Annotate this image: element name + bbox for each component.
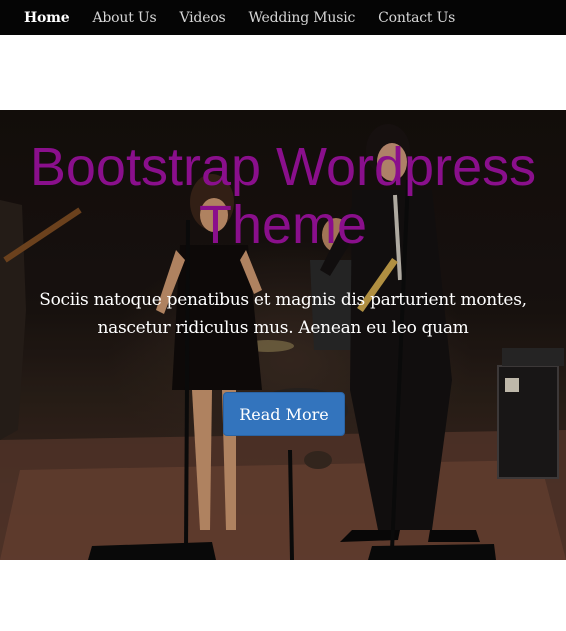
nav-item-wedding-music[interactable]: Wedding Music (249, 10, 356, 26)
top-navbar: Home About Us Videos Wedding Music Conta… (0, 0, 566, 45)
nav-item-about-us[interactable]: About Us (93, 10, 157, 26)
nav-item-label: Contact Us (378, 9, 456, 26)
nav-item-contact-us[interactable]: Contact Us (378, 10, 455, 26)
nav-item-label: Wedding Music (248, 9, 356, 26)
hero-subtitle: Sociis natoque penatibus et magnis dis p… (39, 290, 527, 338)
hero-banner: Bootstrap Wordpress Theme Sociis natoque… (0, 110, 566, 560)
nav-item-label: Videos (179, 9, 226, 26)
active-caret-icon (40, 38, 53, 45)
hero-title: Bootstrap Wordpress Theme (29, 137, 537, 255)
nav-item-label: Home (24, 9, 70, 26)
nav-menu: Home About Us Videos Wedding Music Conta… (0, 0, 566, 45)
read-more-button[interactable]: Read More (223, 392, 345, 436)
nav-item-label: About Us (92, 9, 157, 26)
nav-item-home[interactable]: Home (24, 9, 70, 45)
nav-item-videos[interactable]: Videos (179, 10, 225, 26)
